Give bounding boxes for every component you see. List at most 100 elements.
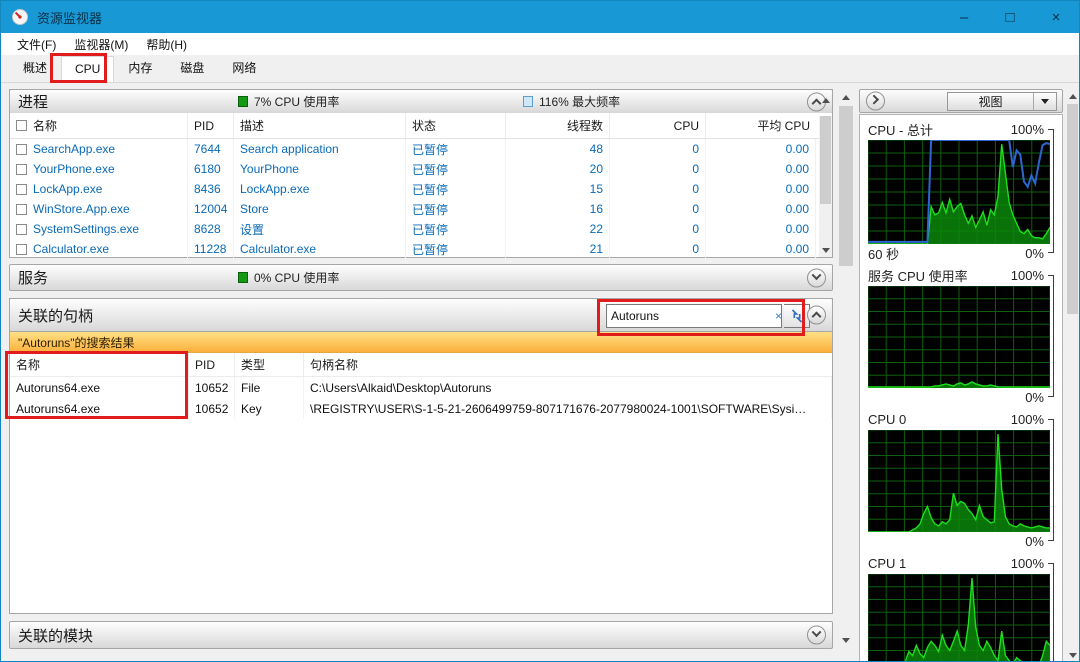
chevron-down-icon bbox=[812, 627, 822, 637]
scroll-down-icon[interactable] bbox=[819, 244, 832, 257]
select-all-checkbox[interactable] bbox=[16, 120, 27, 131]
tab-memory[interactable]: 内存 bbox=[114, 53, 166, 82]
axis-bracket bbox=[1048, 275, 1054, 397]
resource-monitor-window: 资源监视器 – □ × 文件(F) 监视器(M) 帮助(H) 概述 CPU 内存… bbox=[0, 0, 1080, 662]
process-rows-host: SearchApp.exe7644Search application已暂停48… bbox=[10, 139, 832, 259]
scrollbar-thumb[interactable] bbox=[839, 106, 853, 266]
services-usage-swatch bbox=[238, 272, 248, 283]
col-name: 名称 bbox=[33, 117, 57, 134]
close-button[interactable]: × bbox=[1033, 1, 1079, 33]
col-cpu[interactable]: CPU bbox=[610, 113, 706, 138]
scroll-down-icon[interactable] bbox=[837, 632, 855, 649]
hcol-handle-name[interactable]: 句柄名称 bbox=[304, 353, 832, 376]
axis-bracket bbox=[1048, 129, 1054, 253]
cpu-usage-swatch bbox=[238, 96, 248, 107]
sidebar-toolbar: 视图 bbox=[859, 89, 1063, 113]
handles-table-header: 名称 PID 类型 句柄名称 bbox=[10, 353, 832, 377]
view-button[interactable]: 视图 bbox=[947, 92, 1057, 111]
graph-CPU 0: CPU 0100%0% bbox=[868, 408, 1056, 550]
section-modules: 关联的模块 bbox=[9, 621, 833, 649]
process-row[interactable]: LockApp.exe8436LockApp.exe已暂停1500.00 bbox=[10, 179, 832, 199]
handle-row[interactable]: Autoruns64.exe10652FileC:\Users\Alkaid\D… bbox=[10, 377, 832, 398]
process-row[interactable]: SearchApp.exe7644Search application已暂停48… bbox=[10, 139, 832, 159]
graph-ymin-label: 0% bbox=[1025, 246, 1044, 261]
graph-title: CPU 1 bbox=[868, 556, 906, 571]
graph-ymax-label: 100% bbox=[1011, 556, 1044, 571]
scroll-up-icon[interactable] bbox=[819, 94, 832, 107]
process-table-scrollbar[interactable] bbox=[819, 116, 832, 257]
handle-rows-host: Autoruns64.exe10652FileC:\Users\Alkaid\D… bbox=[10, 377, 832, 419]
minimize-button[interactable]: – bbox=[941, 1, 987, 33]
process-checkbox[interactable] bbox=[16, 164, 27, 175]
section-services: 服务 0% CPU 使用率 bbox=[9, 264, 833, 291]
process-table-header: 名称 PID 描述 状态 线程数 CPU 平均 CPU bbox=[10, 113, 832, 139]
process-checkbox[interactable] bbox=[16, 244, 27, 255]
graph-title: CPU - 总计 bbox=[868, 120, 933, 139]
tab-overview[interactable]: 概述 bbox=[9, 53, 61, 82]
title-bar: 资源监视器 – □ × bbox=[1, 1, 1079, 33]
col-pid[interactable]: PID bbox=[188, 113, 234, 138]
maximize-button[interactable]: □ bbox=[987, 1, 1033, 33]
window-title: 资源监视器 bbox=[37, 8, 102, 27]
main-scrollbar[interactable] bbox=[837, 89, 855, 649]
hcol-type[interactable]: 类型 bbox=[235, 353, 304, 376]
scrollbar-thumb[interactable] bbox=[1067, 104, 1078, 314]
view-dropdown-button[interactable] bbox=[1034, 99, 1056, 104]
processes-title: 进程 bbox=[18, 91, 48, 112]
tab-bar: 概述 CPU 内存 磁盘 网络 bbox=[1, 55, 1079, 83]
process-checkbox[interactable] bbox=[16, 224, 27, 235]
caret-down-icon bbox=[1041, 99, 1049, 104]
max-frequency-swatch bbox=[523, 96, 533, 107]
graph-CPU - 总计: CPU - 总计100%60 秒0% bbox=[868, 118, 1056, 262]
graph-plot bbox=[868, 574, 1050, 662]
handle-search-box: × bbox=[606, 304, 782, 328]
handles-title: 关联的句柄 bbox=[18, 305, 93, 326]
handles-header: 关联的句柄 × bbox=[9, 298, 833, 332]
process-checkbox[interactable] bbox=[16, 204, 27, 215]
col-status[interactable]: 状态 bbox=[406, 113, 506, 138]
tab-network[interactable]: 网络 bbox=[218, 53, 270, 82]
tab-disk[interactable]: 磁盘 bbox=[166, 53, 218, 82]
menu-file[interactable]: 文件(F) bbox=[9, 34, 64, 55]
tab-cpu[interactable]: CPU bbox=[61, 56, 114, 82]
handles-collapse-button[interactable] bbox=[807, 306, 826, 325]
hcol-name[interactable]: 名称 bbox=[10, 353, 189, 376]
menu-help[interactable]: 帮助(H) bbox=[138, 34, 195, 55]
col-desc[interactable]: 描述 bbox=[234, 113, 406, 138]
process-row[interactable]: YourPhone.exe6180YourPhone已暂停2000.00 bbox=[10, 159, 832, 179]
process-checkbox[interactable] bbox=[16, 184, 27, 195]
scroll-down-icon[interactable] bbox=[1065, 648, 1080, 662]
col-avg-cpu[interactable]: 平均 CPU bbox=[706, 113, 816, 138]
services-title: 服务 bbox=[18, 267, 48, 288]
graph-CPU 1: CPU 1100%0% bbox=[868, 552, 1056, 662]
axis-bracket bbox=[1048, 563, 1054, 662]
search-arrows-icon bbox=[790, 309, 804, 323]
graph-ymin-label: 0% bbox=[1025, 534, 1044, 549]
col-threads[interactable]: 线程数 bbox=[506, 113, 610, 138]
sidebar-scrollbar[interactable] bbox=[1065, 89, 1080, 662]
scrollbar-thumb[interactable] bbox=[820, 116, 831, 204]
handle-row[interactable]: Autoruns64.exe10652Key\REGISTRY\USER\S-1… bbox=[10, 398, 832, 419]
graph-ymax-label: 100% bbox=[1011, 268, 1044, 283]
process-checkbox[interactable] bbox=[16, 144, 27, 155]
process-row[interactable]: SystemSettings.exe8628设置已暂停2200.00 bbox=[10, 219, 832, 239]
processes-freq-badge: 116% 最大频率 bbox=[523, 93, 620, 110]
graph-ymin-label: 0% bbox=[1025, 390, 1044, 405]
services-expand-button[interactable] bbox=[807, 268, 826, 287]
graph-plot bbox=[868, 140, 1050, 244]
scroll-up-icon[interactable] bbox=[1065, 89, 1080, 104]
menu-bar: 文件(F) 监视器(M) 帮助(H) bbox=[1, 33, 1079, 55]
process-row[interactable]: WinStore.App.exe12004Store已暂停1600.00 bbox=[10, 199, 832, 219]
graph-ymax-label: 100% bbox=[1011, 412, 1044, 427]
processes-cpu-badge: 7% CPU 使用率 bbox=[238, 93, 339, 110]
hcol-pid[interactable]: PID bbox=[189, 353, 235, 376]
graph-title: 服务 CPU 使用率 bbox=[868, 266, 968, 285]
menu-monitor[interactable]: 监视器(M) bbox=[66, 34, 136, 55]
handle-search-input[interactable] bbox=[607, 309, 770, 323]
sidebar-collapse-button[interactable] bbox=[866, 92, 885, 111]
scroll-up-icon[interactable] bbox=[837, 89, 855, 106]
process-row[interactable]: Calculator.exe11228Calculator.exe已暂停2100… bbox=[10, 239, 832, 259]
graph-服务 CPU 使用率: 服务 CPU 使用率 100% 0% bbox=[868, 264, 1056, 406]
modules-expand-button[interactable] bbox=[807, 626, 826, 645]
services-cpu-badge: 0% CPU 使用率 bbox=[238, 269, 339, 286]
